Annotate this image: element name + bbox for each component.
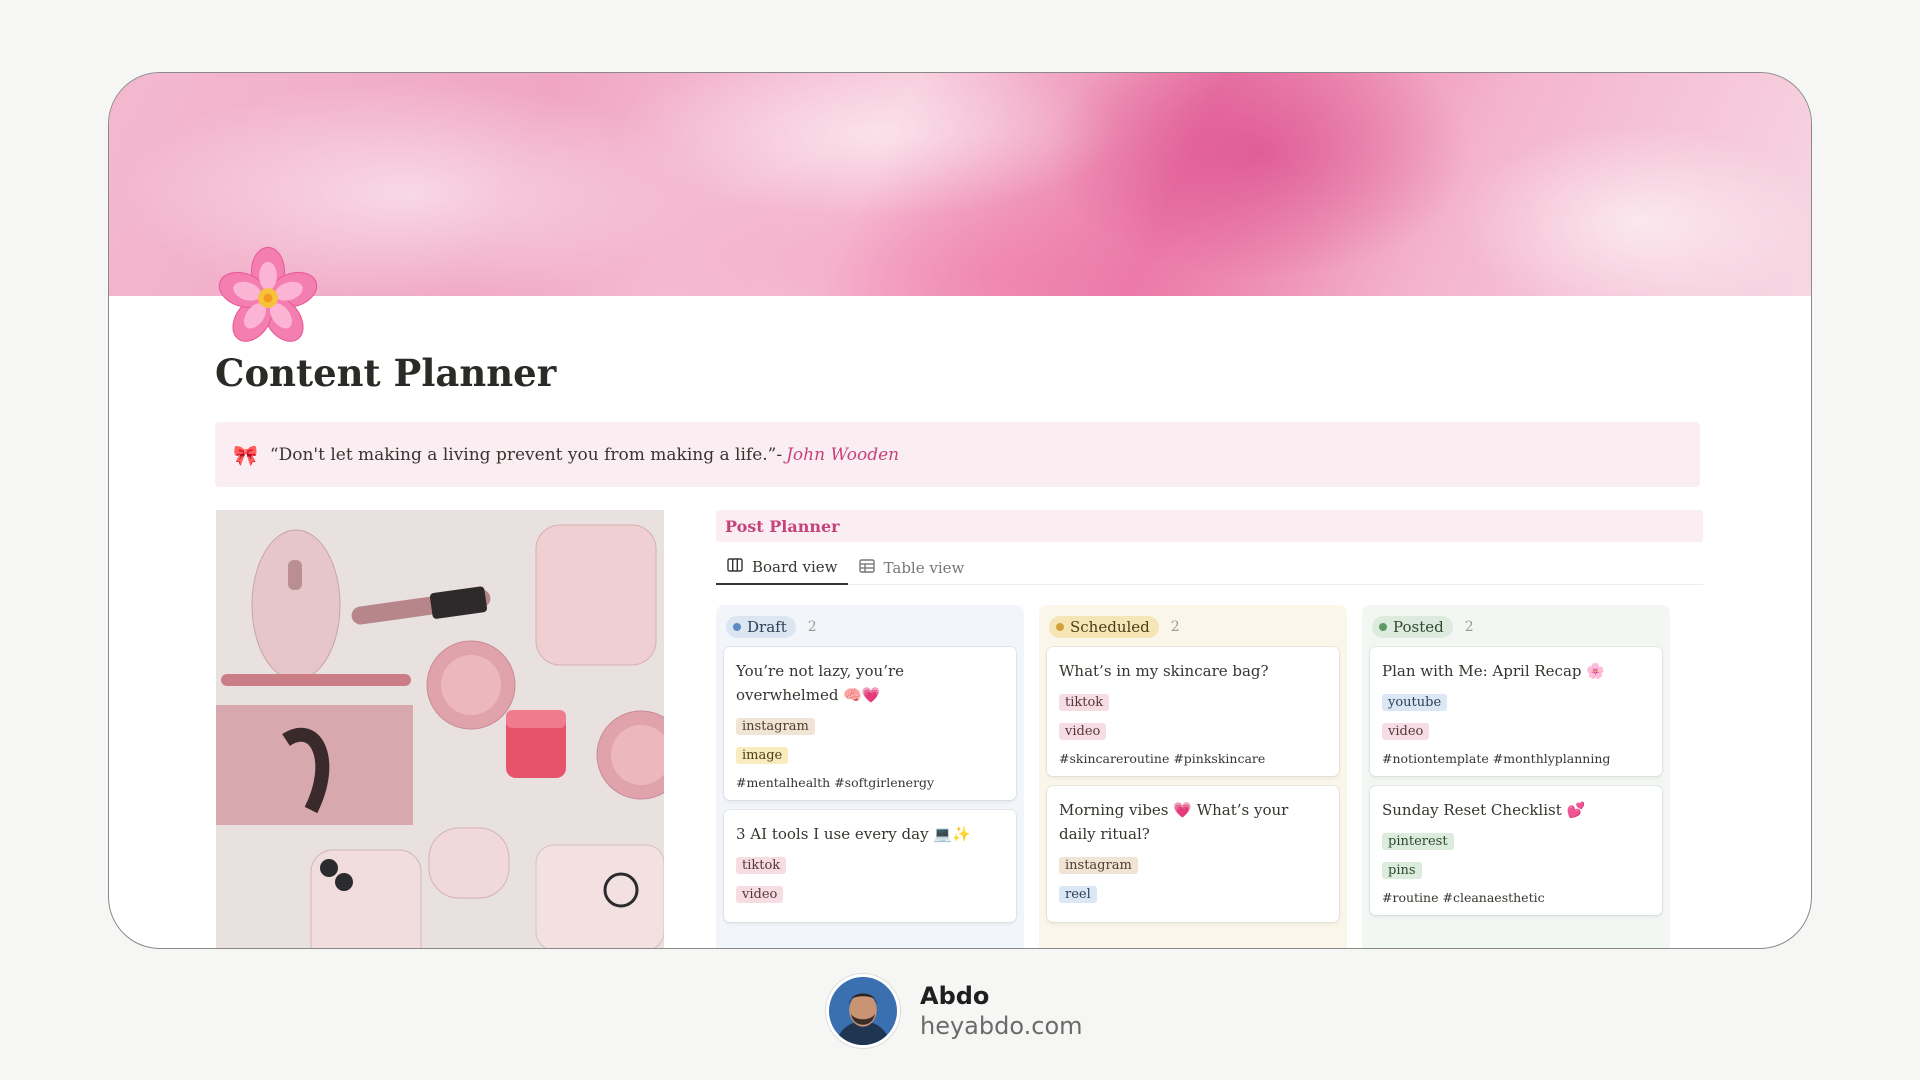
status-label: Scheduled xyxy=(1070,618,1150,636)
column-count: 2 xyxy=(1170,619,1180,635)
format-tag: video xyxy=(1059,723,1107,740)
cherry-blossom-icon[interactable] xyxy=(213,243,323,353)
board-column-posted: Posted 2 Plan with Me: April Recap 🌸 you… xyxy=(1362,605,1670,948)
board-column-draft: Draft 2 You’re not lazy, you’re overwhel… xyxy=(716,605,1024,948)
format-tag: video xyxy=(736,886,784,903)
notion-page-frame: Content Planner 🎀 “Don't let making a li… xyxy=(108,72,1812,949)
author-name: Abdo xyxy=(920,982,990,1010)
callout-author: John Wooden xyxy=(786,444,900,465)
tab-label: Table view xyxy=(883,559,965,577)
board-column-scheduled: Scheduled 2 What’s in my skincare bag? t… xyxy=(1039,605,1347,948)
board-card[interactable]: Sunday Reset Checklist 💕 pinterest pins … xyxy=(1370,786,1662,915)
card-title: What’s in my skincare bag? xyxy=(1059,662,1269,680)
column-header: Posted 2 xyxy=(1372,615,1660,639)
author-website-link[interactable]: heyabdo.com xyxy=(920,1012,1083,1040)
platform-tag: pinterest xyxy=(1382,833,1454,850)
post-planner-heading[interactable]: Post Planner xyxy=(716,510,1703,542)
card-title: Sunday Reset Checklist 💕 xyxy=(1382,801,1586,819)
board-card[interactable]: 3 AI tools I use every day 💻✨ tiktok vid… xyxy=(724,810,1016,922)
tab-board-view[interactable]: Board view xyxy=(716,551,848,585)
status-dot-icon xyxy=(1056,623,1064,631)
format-tag: pins xyxy=(1382,862,1422,879)
format-tag: reel xyxy=(1059,886,1097,903)
status-label: Posted xyxy=(1393,618,1444,636)
author-footer: Abdo heyabdo.com xyxy=(826,974,1083,1048)
board-card[interactable]: You’re not lazy, you’re overwhelmed 🧠💗 i… xyxy=(724,647,1016,800)
format-tag: video xyxy=(1382,723,1430,740)
status-dot-icon xyxy=(733,623,741,631)
tab-table-view[interactable]: Table view xyxy=(848,551,975,585)
flatlay-photo xyxy=(216,510,664,948)
board-card[interactable]: Plan with Me: April Recap 🌸 youtube vide… xyxy=(1370,647,1662,776)
status-dot-icon xyxy=(1379,623,1387,631)
platform-tag: instagram xyxy=(1059,857,1138,874)
board-card[interactable]: What’s in my skincare bag? tiktok video … xyxy=(1047,647,1339,776)
page-title[interactable]: Content Planner xyxy=(215,351,556,395)
card-title: Plan with Me: April Recap 🌸 xyxy=(1382,662,1605,680)
column-header: Scheduled 2 xyxy=(1049,615,1337,639)
ribbon-icon: 🎀 xyxy=(233,442,258,467)
board-card[interactable]: Morning vibes 💗 What’s your daily ritual… xyxy=(1047,786,1339,922)
callout-quote: “Don't let making a living prevent you f… xyxy=(269,444,783,465)
card-hashtags: #mentalhealth #softgirlenergy xyxy=(736,775,935,790)
tab-label: Board view xyxy=(752,558,838,576)
board-icon xyxy=(726,556,744,578)
column-count: 2 xyxy=(807,619,817,635)
author-info: Abdo heyabdo.com xyxy=(920,982,1083,1040)
card-hashtags: #routine #cleanaesthetic xyxy=(1382,890,1545,905)
card-hashtags: #skincareroutine #pinkskincare xyxy=(1059,751,1266,766)
card-title: Morning vibes 💗 What’s your daily ritual… xyxy=(1059,801,1289,843)
status-badge[interactable]: Draft xyxy=(726,616,796,638)
platform-tag: tiktok xyxy=(736,857,787,874)
platform-tag: tiktok xyxy=(1059,694,1110,711)
card-title: 3 AI tools I use every day 💻✨ xyxy=(736,825,971,843)
table-icon xyxy=(858,557,876,579)
avatar xyxy=(826,974,900,1048)
card-title: You’re not lazy, you’re overwhelmed 🧠💗 xyxy=(736,662,905,704)
status-label: Draft xyxy=(747,618,787,636)
status-badge[interactable]: Posted xyxy=(1372,616,1453,638)
platform-tag: youtube xyxy=(1382,694,1448,711)
view-tabs: Board view Table view xyxy=(716,551,1703,585)
status-badge[interactable]: Scheduled xyxy=(1049,616,1159,638)
column-count: 2 xyxy=(1464,619,1474,635)
quote-callout[interactable]: 🎀 “Don't let making a living prevent you… xyxy=(215,422,1700,487)
format-tag: image xyxy=(736,747,789,764)
cover-image[interactable] xyxy=(109,73,1811,296)
column-header: Draft 2 xyxy=(726,615,1014,639)
card-hashtags: #notiontemplate #monthlyplanning xyxy=(1382,751,1611,766)
platform-tag: instagram xyxy=(736,718,815,735)
